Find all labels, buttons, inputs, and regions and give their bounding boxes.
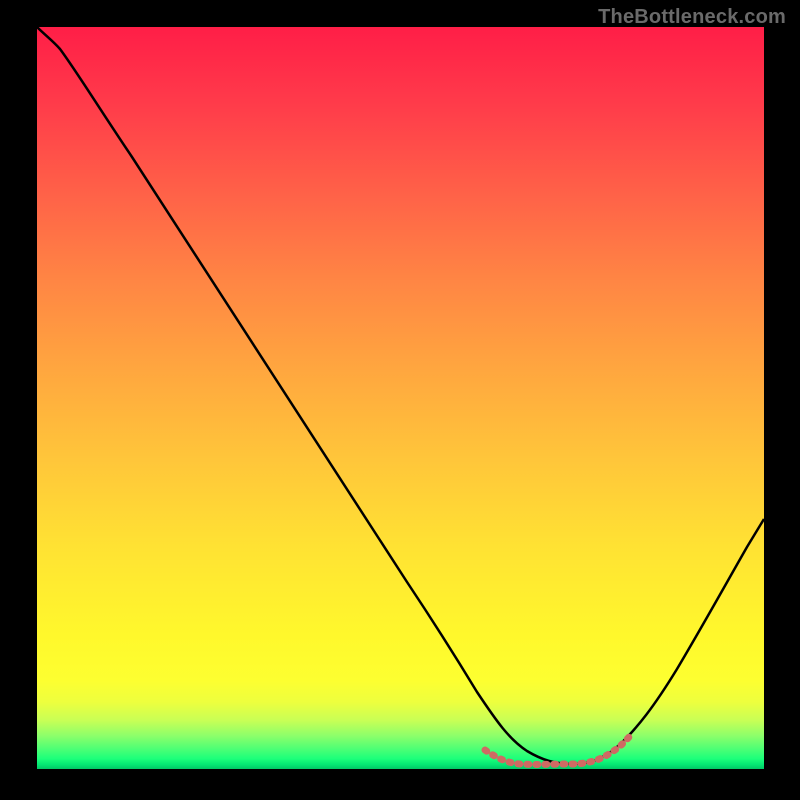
- main-curve: [37, 27, 764, 764]
- watermark-text: TheBottleneck.com: [598, 6, 786, 29]
- chart-frame: TheBottleneck.com: [0, 0, 800, 800]
- highlight-segment: [485, 737, 629, 764]
- chart-svg: [37, 27, 764, 769]
- plot-area: [37, 27, 764, 769]
